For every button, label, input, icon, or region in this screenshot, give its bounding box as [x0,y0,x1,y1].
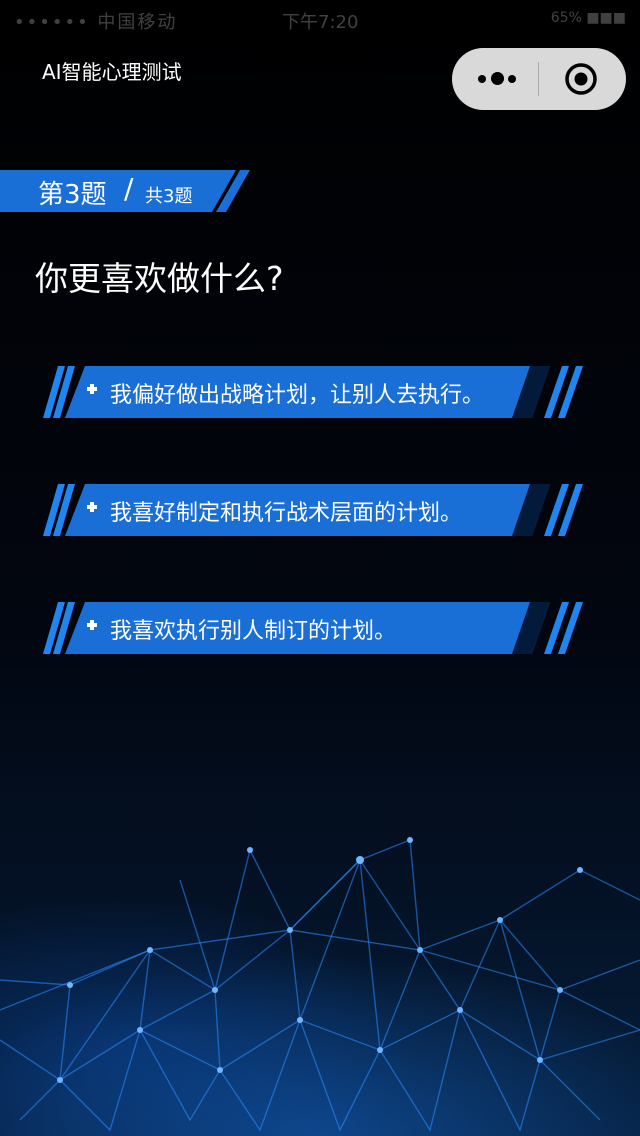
status-time: 下午7:20 [282,12,359,33]
option-2[interactable]: 我喜好制定和执行战术层面的计划。 [40,484,595,536]
menu-capsule [452,48,626,110]
status-carrier: •••••• 中国移动 [14,12,178,33]
option-label: 我偏好做出战略计划，让别人去执行。 [110,383,485,408]
option-1[interactable]: 我偏好做出战略计划，让别人去执行。 [40,366,595,418]
status-battery: 65% ■■■ [550,10,626,26]
option-3[interactable]: 我喜欢执行别人制订的计划。 [40,602,595,654]
target-circle-icon[interactable] [564,62,598,96]
capsule-divider [538,62,539,96]
more-dots-icon[interactable] [478,48,538,110]
question-text: 你更喜欢做什么? [35,259,284,298]
page-title: AI智能心理测试 [42,60,182,84]
plus-icon [85,382,99,396]
question-total: 共3题 [145,186,193,207]
question-current: 第3题 [38,180,107,210]
network-graphic [0,837,640,1132]
status-bar: •••••• 中国移动 下午7:20 65% ■■■ [0,0,640,40]
question-separator: / [124,172,134,205]
plus-icon [85,618,99,632]
option-label: 我喜好制定和执行战术层面的计划。 [110,501,463,526]
question-progress-badge: 第3题 / 共3题 [0,170,250,212]
option-label: 我喜欢执行别人制订的计划。 [110,619,397,644]
plus-icon [85,500,99,514]
